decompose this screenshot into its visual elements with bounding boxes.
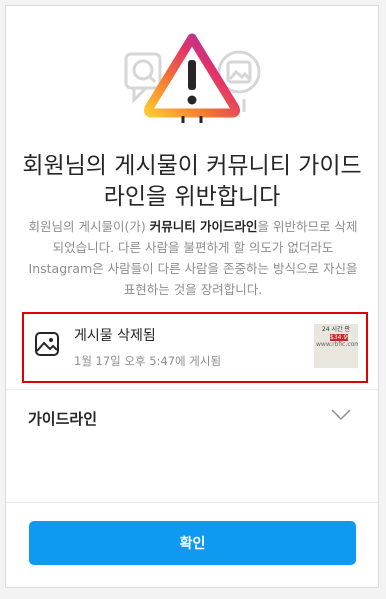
post-thumbnail: 24 시간 판 $34.99 www.rbfic.com — [314, 324, 358, 368]
violation-dialog: 회원님의 게시물이 커뮤니티 가이드라인을 위반합니다 회원님의 게시물이(가)… — [5, 5, 379, 588]
thumbnail-price: $34.99 — [330, 334, 351, 341]
violation-description: 회원님의 게시물이(가) 커뮤니티 가이드라인을 위반하므로 삭제되었습니다. … — [26, 216, 360, 300]
divider — [6, 389, 378, 390]
divider — [6, 502, 378, 503]
thumbnail-text: 24 시간 판 — [321, 326, 350, 333]
removed-post-card: 게시물 삭제됨 1월 17일 오후 5:47에 게시됨 24 시간 판 $34.… — [22, 312, 368, 383]
warning-illustration — [124, 33, 261, 123]
violation-title: 회원님의 게시물이 커뮤니티 가이드라인을 위반합니다 — [22, 153, 362, 210]
warning-icon — [143, 33, 241, 123]
post-date: 1월 17일 오후 5:47에 게시됨 — [74, 354, 222, 368]
chevron-down-icon — [331, 409, 351, 421]
guidelines-label: 가이드라인 — [28, 410, 98, 428]
community-guidelines-link[interactable]: 커뮤니티 가이드라인 — [150, 219, 258, 234]
guidelines-accordion[interactable]: 가이드라인 — [6, 396, 378, 442]
description-text-before: 회원님의 게시물이(가) — [28, 219, 150, 234]
thumbnail-url: www.rbfic.com — [316, 341, 358, 348]
confirm-button[interactable]: 확인 — [29, 521, 356, 565]
post-removed-title: 게시물 삭제됨 — [74, 328, 156, 344]
image-icon — [35, 332, 59, 356]
